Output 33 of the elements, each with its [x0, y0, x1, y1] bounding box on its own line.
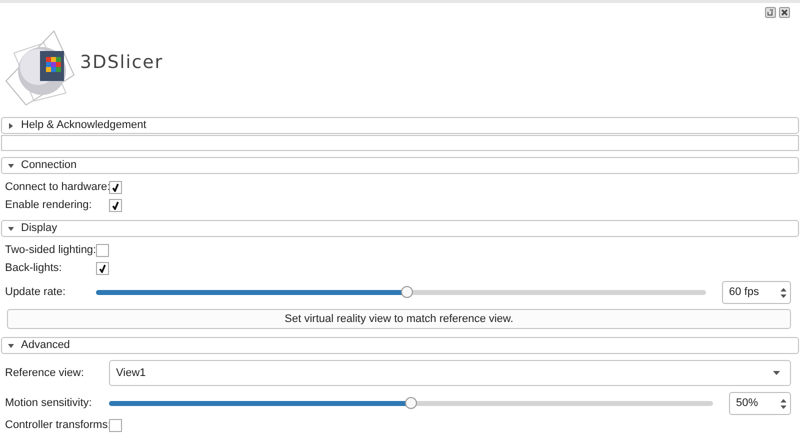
- checkbox[interactable]: [109, 198, 122, 212]
- field-label: Controller transforms:: [5, 418, 109, 433]
- checkbox[interactable]: [96, 244, 109, 256]
- collapsed-arrow-icon[interactable]: [8, 122, 14, 128]
- section-header[interactable]: Advanced: [1, 337, 799, 354]
- slider-thumb[interactable]: [401, 286, 414, 298]
- field-label: Two-sided lighting:: [5, 242, 96, 258]
- checkbox[interactable]: [96, 262, 109, 274]
- view-dropdown[interactable]: View1: [109, 360, 791, 386]
- action-button[interactable]: Set virtual reality view to match reference view.: [7, 309, 791, 329]
- logo-text: 3DSlicer: [80, 50, 164, 74]
- checkbox[interactable]: [109, 418, 122, 432]
- field-label: Reference view:: [5, 366, 85, 381]
- field-label: Motion sensitivity:: [5, 396, 93, 412]
- field-label: Enable rendering:: [5, 198, 93, 213]
- spin-box[interactable]: 60 fps: [722, 281, 791, 304]
- float-icon[interactable]: [765, 7, 776, 18]
- spin-arrows-icon[interactable]: [780, 398, 787, 410]
- field-label: Update rate:: [5, 285, 67, 300]
- spin-box[interactable]: 50%: [729, 392, 791, 415]
- spin-arrows-icon[interactable]: [780, 286, 787, 298]
- section-header[interactable]: Help & Acknowledgement: [1, 117, 799, 134]
- field-label: Back-lights:: [5, 260, 63, 276]
- expanded-arrow-icon[interactable]: [8, 342, 14, 348]
- expanded-arrow-icon[interactable]: [8, 162, 14, 168]
- dropdown-arrow-icon[interactable]: [773, 371, 780, 375]
- close-icon[interactable]: [779, 7, 790, 18]
- slider-thumb[interactable]: [405, 397, 417, 409]
- field-label: Connect to hardware:: [5, 180, 109, 195]
- checkbox[interactable]: [109, 180, 122, 194]
- section-header[interactable]: Display: [1, 220, 799, 237]
- expanded-arrow-icon[interactable]: [8, 226, 14, 232]
- section-header[interactable]: Connection: [1, 157, 799, 174]
